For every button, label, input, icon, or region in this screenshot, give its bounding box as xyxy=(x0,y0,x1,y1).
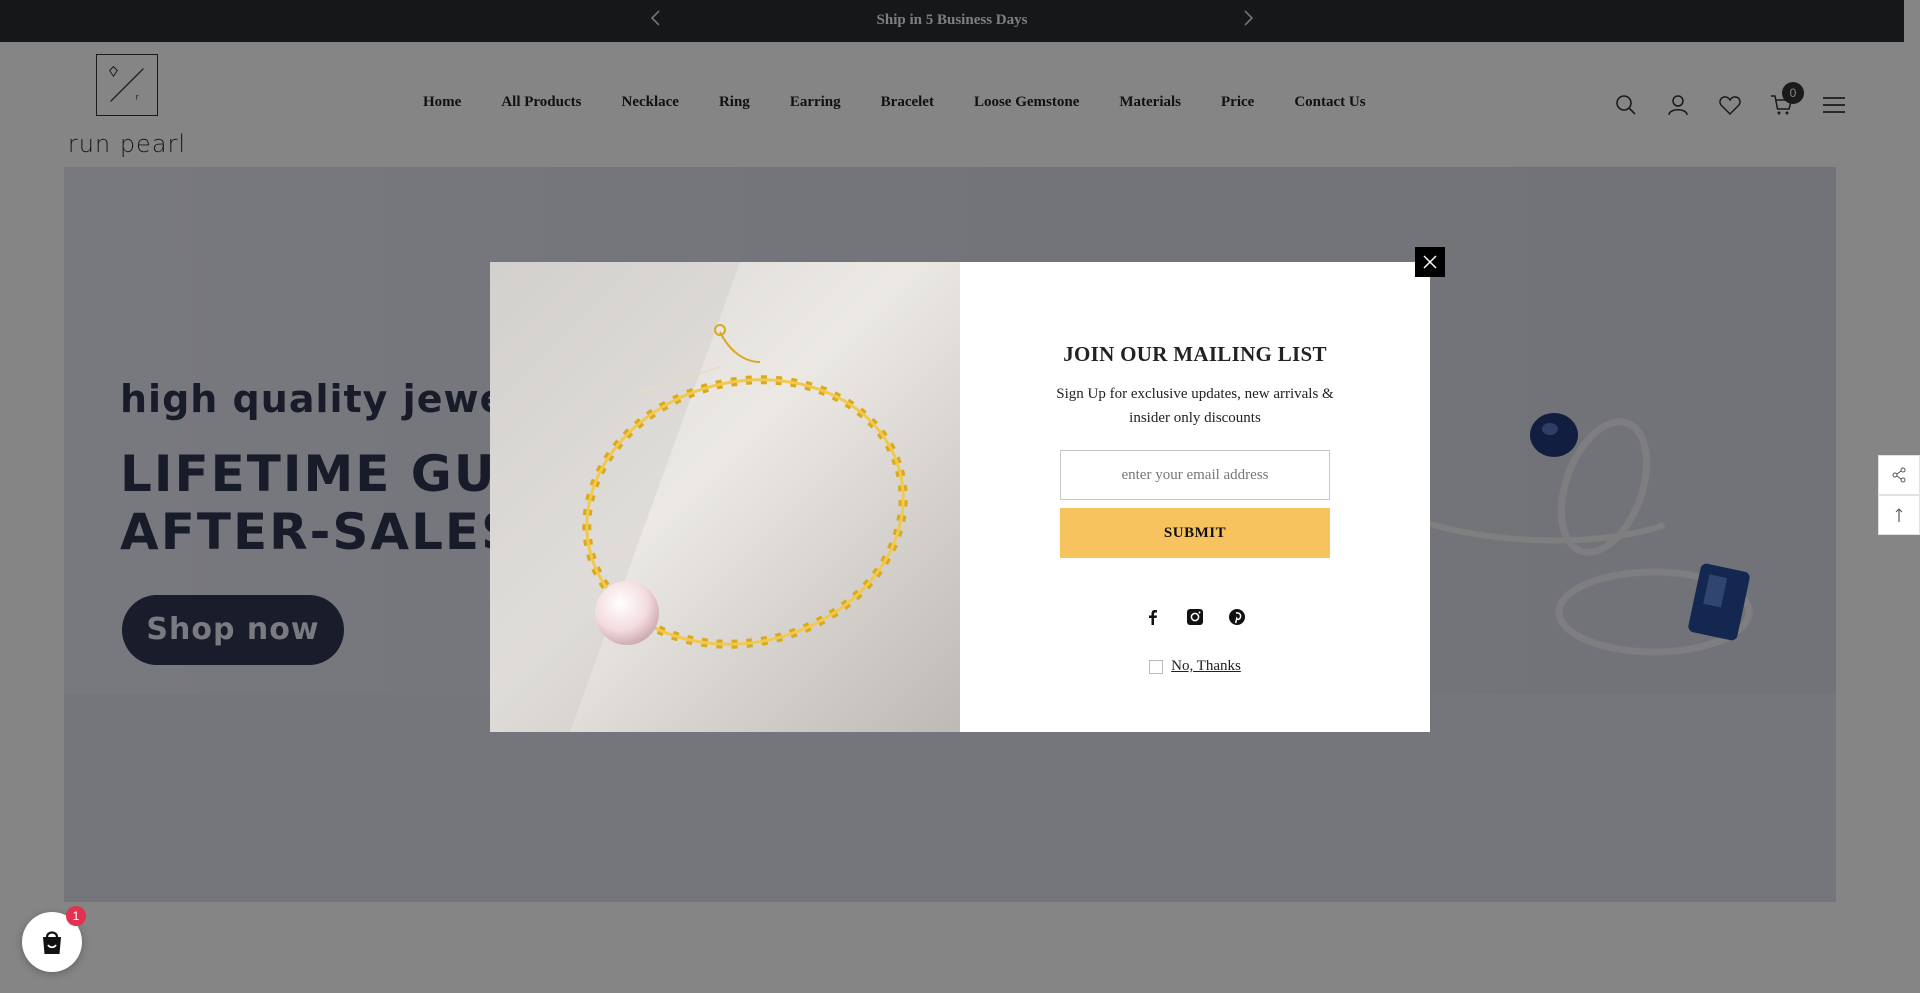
facebook-link[interactable] xyxy=(1142,606,1164,628)
arrow-up-icon xyxy=(1895,508,1903,522)
share-icon xyxy=(1892,467,1906,483)
newsletter-form: JOIN OUR MAILING LIST Sign Up for exclus… xyxy=(960,262,1430,732)
instagram-link[interactable] xyxy=(1184,606,1206,628)
back-to-top-button[interactable] xyxy=(1878,495,1920,535)
no-thanks-label[interactable]: No, Thanks xyxy=(1171,658,1241,675)
newsletter-popup: JOIN OUR MAILING LIST Sign Up for exclus… xyxy=(490,262,1430,732)
facebook-icon xyxy=(1149,610,1157,625)
submit-button[interactable]: SUBMIT xyxy=(1060,508,1330,558)
social-links xyxy=(960,606,1430,628)
no-thanks-checkbox[interactable] xyxy=(1149,659,1164,674)
side-utilities xyxy=(1878,455,1920,535)
close-icon xyxy=(1423,255,1437,269)
shopping-bag-chat-icon xyxy=(43,931,61,954)
bracelet-photo-icon xyxy=(490,262,960,732)
popup-title: JOIN OUR MAILING LIST xyxy=(1063,342,1327,366)
pinterest-link[interactable] xyxy=(1226,606,1248,628)
instagram-icon xyxy=(1187,609,1203,625)
chat-unread-badge: 1 xyxy=(66,906,86,926)
popup-subtitle: Sign Up for exclusive updates, new arriv… xyxy=(1056,386,1334,426)
no-thanks-row: No, Thanks xyxy=(960,658,1430,675)
bracelet-image xyxy=(490,262,960,732)
share-button[interactable] xyxy=(1878,455,1920,495)
chat-widget-button[interactable]: 1 xyxy=(22,906,86,972)
pinterest-icon xyxy=(1229,609,1245,625)
close-popup-button[interactable] xyxy=(1415,247,1445,277)
email-field[interactable] xyxy=(1060,450,1330,500)
